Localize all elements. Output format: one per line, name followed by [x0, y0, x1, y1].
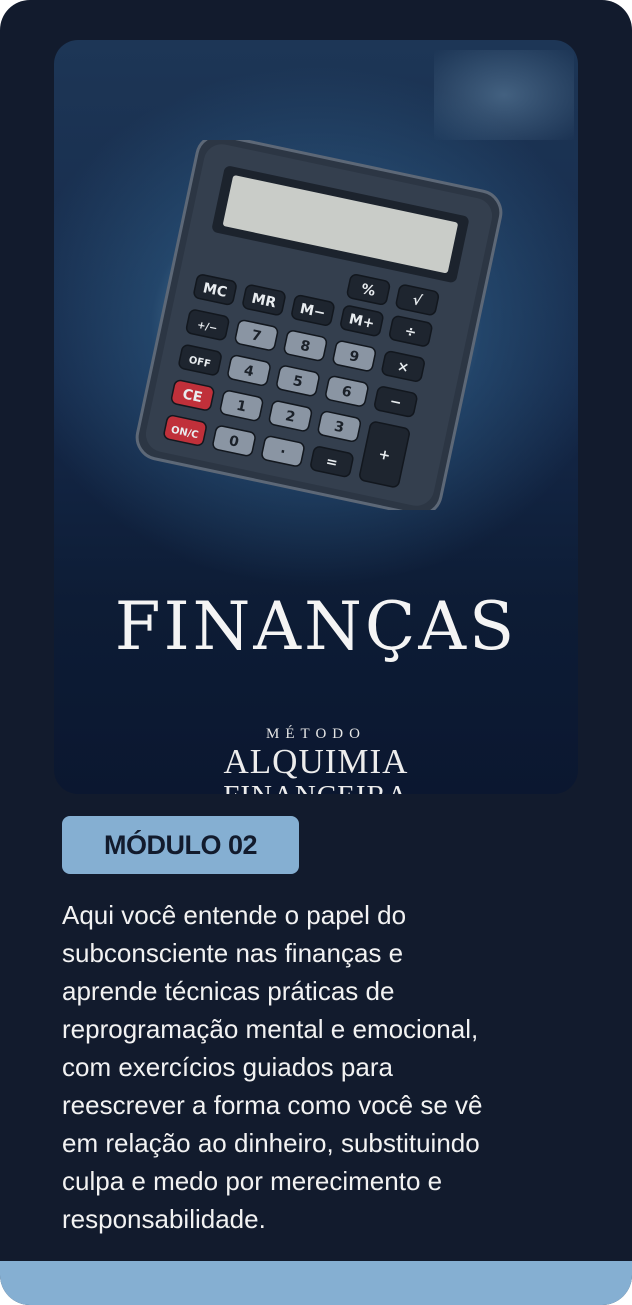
cover-glare — [434, 50, 574, 140]
footer-bar — [0, 1261, 632, 1305]
brand-logo-metodo: MÉTODO — [266, 726, 366, 742]
module-description: Aqui você entende o papel do subconscien… — [62, 900, 483, 1234]
calculator-image: %√MCMR M− M+ ÷+/−789×OFF456−CE123+ON/C0·= — [135, 140, 503, 510]
brand-logo-alquimia: ALQUIMIA — [223, 742, 409, 781]
module-cover-image: % √ MC MR M− M+ ÷ +/− 7 8 9 × OFF 4 5 6− CE 1 2 3 + ON/C 0 · = F… — [54, 40, 578, 794]
brand-logo-financeira: FINANCEIRA — [54, 780, 578, 794]
module-card: % √ MC MR M− M+ ÷ +/− 7 8 9 × OFF 4 5 6− CE 1 2 3 + ON/C 0 · = F… — [0, 0, 632, 1305]
cover-title: FINANÇAS — [114, 588, 518, 665]
module-badge: MÓDULO 02 — [62, 816, 299, 874]
